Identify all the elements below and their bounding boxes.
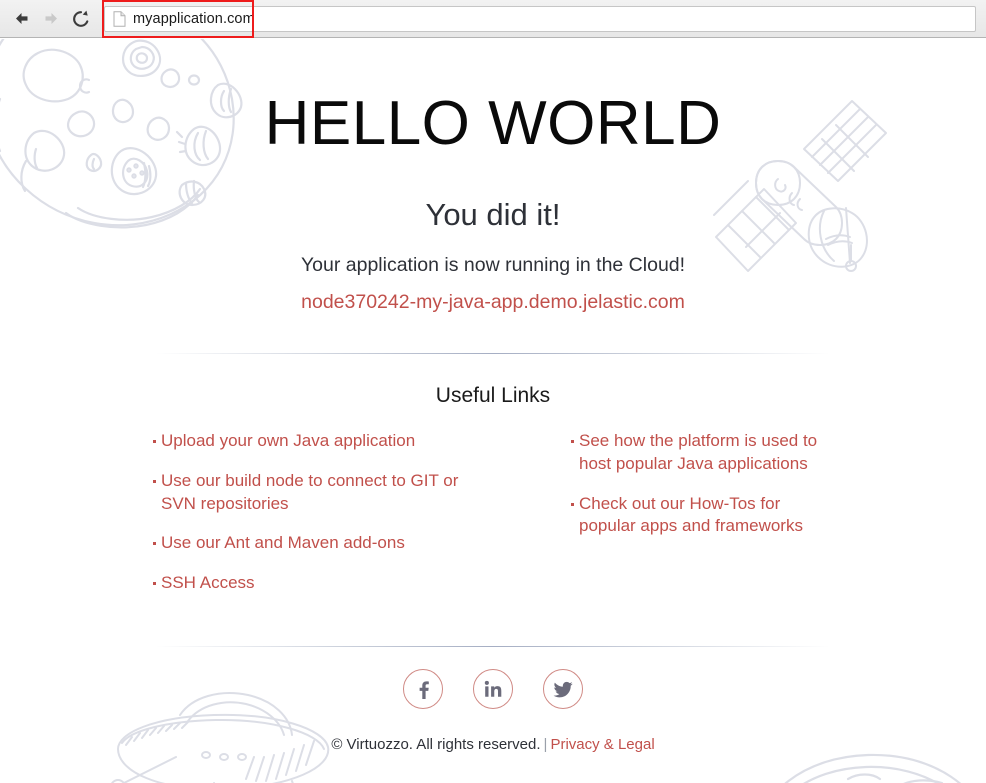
facebook-icon bbox=[413, 679, 433, 700]
list-item[interactable]: Use our build node to connect to GIT or … bbox=[153, 470, 468, 515]
useful-link[interactable]: See how the platform is used to host pop… bbox=[579, 430, 838, 475]
address-bar[interactable]: myapplication.com bbox=[104, 5, 976, 32]
linkedin-icon bbox=[483, 679, 503, 699]
list-item[interactable]: See how the platform is used to host pop… bbox=[571, 430, 838, 475]
useful-links-column-left: Upload your own Java application Use our… bbox=[148, 430, 468, 611]
app-url-link[interactable]: node370242-my-java-app.demo.jelastic.com bbox=[301, 277, 685, 314]
useful-links-column-right: See how the platform is used to host pop… bbox=[518, 430, 838, 611]
social-links-row bbox=[0, 647, 986, 710]
useful-link[interactable]: SSH Access bbox=[161, 572, 255, 595]
address-bar-container: myapplication.com bbox=[102, 0, 976, 38]
twitter-icon bbox=[553, 679, 574, 700]
footer-separator: | bbox=[543, 736, 548, 754]
useful-link[interactable]: Check out our How-Tos for popular apps a… bbox=[579, 493, 838, 538]
useful-link[interactable]: Use our build node to connect to GIT or … bbox=[161, 470, 468, 515]
reload-icon bbox=[71, 9, 91, 29]
privacy-legal-link[interactable]: Privacy & Legal bbox=[550, 736, 654, 753]
page-document-icon bbox=[113, 10, 126, 27]
page-title: HELLO WORLD bbox=[264, 89, 722, 158]
hero-description: Your application is now running in the C… bbox=[300, 254, 686, 277]
bullet-icon bbox=[153, 542, 156, 546]
bullet-icon bbox=[153, 440, 156, 444]
social-link-facebook[interactable] bbox=[403, 669, 443, 710]
useful-links-grid: Upload your own Java application Use our… bbox=[148, 408, 838, 611]
useful-link[interactable]: Upload your own Java application bbox=[161, 430, 415, 453]
forward-arrow-icon bbox=[42, 9, 61, 28]
bullet-icon bbox=[571, 502, 574, 506]
social-link-twitter[interactable] bbox=[543, 669, 583, 710]
list-item[interactable]: Use our Ant and Maven add-ons bbox=[153, 532, 468, 555]
back-arrow-icon bbox=[12, 9, 31, 28]
browser-toolbar: myapplication.com bbox=[0, 0, 986, 38]
bullet-icon bbox=[153, 581, 156, 585]
useful-link[interactable]: Use our Ant and Maven add-ons bbox=[161, 532, 405, 555]
list-item[interactable]: Upload your own Java application bbox=[153, 430, 468, 453]
back-button[interactable] bbox=[6, 4, 36, 34]
list-item[interactable]: SSH Access bbox=[153, 572, 468, 595]
bullet-icon bbox=[153, 479, 156, 483]
copyright-text: © Virtuozzo. All rights reserved. bbox=[331, 736, 541, 754]
hero-subtitle: You did it! bbox=[425, 197, 561, 233]
page-content: HELLO WORLD You did it! Your application… bbox=[0, 39, 986, 753]
useful-links-heading: Useful Links bbox=[435, 384, 551, 408]
footer-copyright: © Virtuozzo. All rights reserved. | Privac… bbox=[0, 709, 986, 753]
page-body: HELLO WORLD You did it! Your application… bbox=[0, 39, 986, 783]
address-bar-text[interactable]: myapplication.com bbox=[133, 11, 255, 27]
social-link-linkedin[interactable] bbox=[473, 669, 513, 710]
list-item[interactable]: Check out our How-Tos for popular apps a… bbox=[571, 493, 838, 538]
reload-button[interactable] bbox=[66, 4, 96, 34]
forward-button[interactable] bbox=[36, 4, 66, 34]
bullet-icon bbox=[571, 440, 574, 444]
